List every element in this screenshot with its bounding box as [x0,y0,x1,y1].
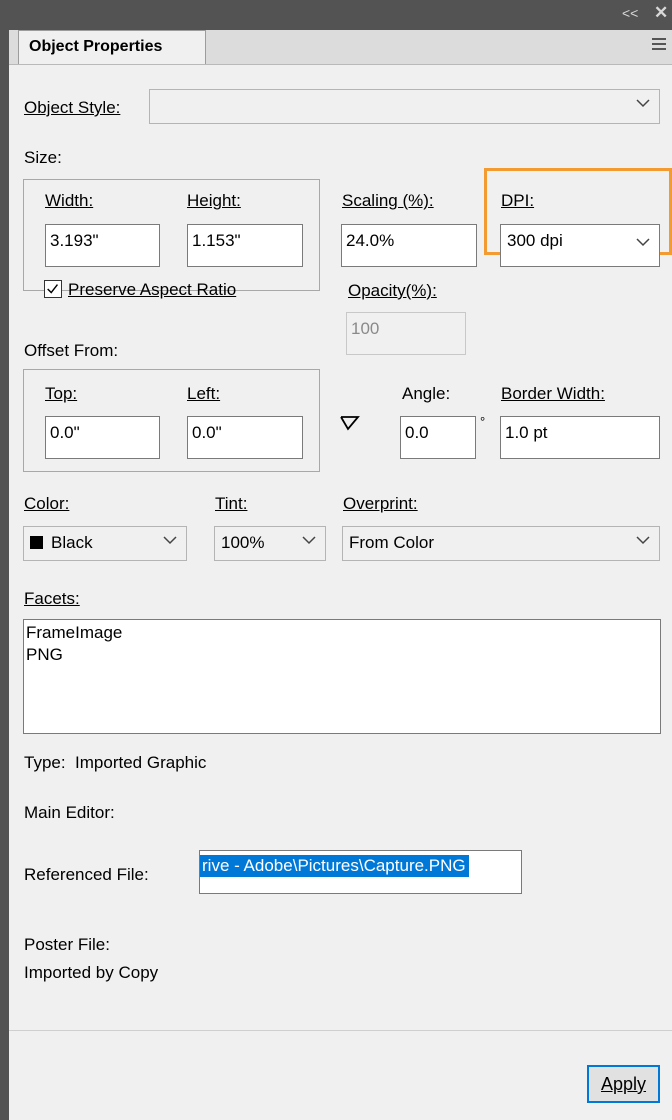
chevron-down-icon [636,238,650,247]
scaling-input[interactable]: 24.0% [341,224,477,267]
chevron-down-icon [302,536,316,545]
chevron-down-icon [636,99,650,108]
object-style-dropdown[interactable] [149,89,660,124]
referenced-file-field[interactable]: rive - Adobe\Pictures\Capture.PNG [199,850,522,894]
scaling-label: Scaling (%): [342,191,434,210]
left-offset-input[interactable]: 0.0" [187,416,303,459]
panel-title-bar: << ✕ [9,0,672,30]
footer-divider [9,1030,672,1031]
width-input[interactable]: 3.193" [45,224,160,267]
left-label: Left: [187,384,221,403]
imported-by-text: Imported by Copy [24,963,159,982]
type-info: Type: Imported Graphic [24,752,206,774]
dpi-label: DPI: [501,191,535,210]
top-offset-input[interactable]: 0.0" [45,416,160,459]
opacity-input[interactable]: 100 [346,312,466,355]
degree-symbol: ° [480,414,486,429]
preserve-aspect-ratio-checkbox[interactable] [44,280,62,298]
tab-object-properties[interactable]: Object Properties [18,30,206,64]
angle-label: Angle: [402,384,451,403]
overprint-label: Overprint: [343,494,418,513]
angle-icon [340,416,360,431]
panel-left-border [0,0,9,1120]
type-value: Imported Graphic [75,753,207,772]
list-item[interactable]: FrameImage [26,622,660,644]
opacity-label: Opacity(%): [348,281,437,300]
border-width-input[interactable]: 1.0 pt [500,416,660,459]
type-label: Type: [24,753,66,772]
preserve-aspect-ratio-label[interactable]: Preserve Aspect Ratio [68,279,236,301]
dpi-dropdown[interactable]: 300 dpi [500,224,660,267]
checkmark-icon [47,284,59,294]
size-section-label: Size: [24,148,62,167]
apply-button[interactable]: Apply [587,1065,660,1103]
main-editor-label: Main Editor: [24,803,115,822]
overprint-dropdown[interactable]: From Color [342,526,660,561]
offset-from-section-label: Offset From: [24,341,119,360]
color-swatch [30,536,43,549]
close-icon[interactable]: ✕ [654,4,668,22]
double-chevron-left-icon[interactable]: << [622,4,638,22]
facets-list[interactable]: FrameImage PNG [23,619,661,734]
referenced-file-path[interactable]: rive - Adobe\Pictures\Capture.PNG [200,855,469,877]
tab-strip: Object Properties [9,30,672,65]
top-label: Top: [45,384,78,403]
referenced-file-label: Referenced File: [24,865,149,884]
object-style-label: Object Style: [24,98,121,117]
chevron-down-icon [636,536,650,545]
chevron-down-icon [163,536,177,545]
height-input[interactable]: 1.153" [187,224,303,267]
tint-dropdown[interactable]: 100% [214,526,326,561]
hamburger-menu-icon[interactable] [652,38,666,50]
tint-label: Tint: [215,494,248,513]
list-item[interactable]: PNG [26,644,660,666]
color-dropdown[interactable]: Black [23,526,187,561]
facets-label: Facets: [24,589,80,608]
color-label: Color: [24,494,70,513]
poster-file-label: Poster File: [24,935,110,954]
border-width-label: Border Width: [501,384,605,403]
width-label: Width: [45,191,94,210]
height-label: Height: [187,191,241,210]
angle-input[interactable]: 0.0 [400,416,476,459]
